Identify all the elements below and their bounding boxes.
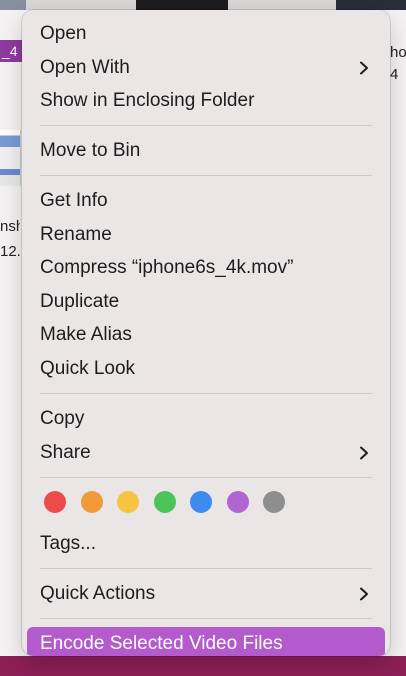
tag-blue-dot[interactable] [190, 491, 212, 513]
menu-item-label: Share [40, 442, 91, 463]
background-file-label: ho [390, 44, 406, 61]
background-document-thumbnail [0, 130, 21, 186]
tag-gray-dot[interactable] [263, 491, 285, 513]
tag-yellow-dot[interactable] [117, 491, 139, 513]
tag-purple-dot[interactable] [227, 491, 249, 513]
menu-item-compress[interactable]: Compress “iphone6s_4k.mov” [27, 251, 385, 285]
menu-item-label: Duplicate [40, 291, 120, 312]
menu-item-label: Show in Enclosing Folder [40, 90, 255, 111]
menu-item-tags[interactable]: Tags... [27, 527, 385, 561]
background-file-label: nsh [0, 218, 20, 235]
background-file-label-selected: _4 [0, 40, 22, 62]
background-file-label: 12. [0, 243, 20, 260]
tag-red-dot[interactable] [44, 491, 66, 513]
menu-separator [40, 393, 372, 394]
tag-color-row [44, 491, 304, 515]
menu-item-label: Rename [40, 224, 112, 245]
tag-green-dot[interactable] [154, 491, 176, 513]
menu-item-copy[interactable]: Copy [27, 402, 385, 436]
background-file-label: 4 [390, 66, 399, 83]
menu-item-make-alias[interactable]: Make Alias [27, 318, 385, 352]
menu-item-move-to-bin[interactable]: Move to Bin [27, 134, 385, 168]
menu-item-label: Open With [40, 57, 130, 78]
menu-item-label: Make Alias [40, 324, 132, 345]
menu-item-show-in-enclosing-folder[interactable]: Show in Enclosing Folder [27, 84, 385, 118]
menu-item-label: Compress “iphone6s_4k.mov” [40, 257, 294, 278]
menu-separator [40, 618, 372, 619]
menu-item-label: Encode Selected Video Files [40, 633, 283, 654]
menu-item-label: Quick Look [40, 358, 136, 379]
menu-separator [40, 568, 372, 569]
menu-separator [40, 477, 372, 478]
background-thumbnail [0, 0, 26, 10]
tag-orange-dot[interactable] [81, 491, 103, 513]
menu-item-rename[interactable]: Rename [27, 218, 385, 252]
menu-item-label: Tags... [40, 533, 96, 554]
background-dock-strip [0, 656, 406, 676]
menu-item-get-info[interactable]: Get Info [27, 184, 385, 218]
menu-item-open[interactable]: Open [27, 17, 385, 51]
menu-item-share[interactable]: Share [27, 436, 385, 470]
menu-item-label: Copy [40, 408, 85, 429]
background-thumbnail [136, 0, 228, 10]
menu-item-label: Open [40, 23, 87, 44]
context-menu: Open Open With Show in Enclosing Folder … [22, 10, 390, 656]
menu-item-label: Quick Actions [40, 583, 156, 604]
chevron-right-icon [360, 587, 368, 601]
menu-separator [40, 125, 372, 126]
menu-item-encode-selected-video-files[interactable]: Encode Selected Video Files [27, 627, 385, 656]
menu-item-quick-look[interactable]: Quick Look [27, 352, 385, 386]
chevron-right-icon [360, 61, 368, 75]
menu-item-quick-actions[interactable]: Quick Actions [27, 577, 385, 611]
menu-item-open-with[interactable]: Open With [27, 51, 385, 85]
menu-separator [40, 175, 372, 176]
chevron-right-icon [360, 446, 368, 460]
menu-item-duplicate[interactable]: Duplicate [27, 285, 385, 319]
background-thumbnail [336, 0, 406, 10]
menu-item-label: Move to Bin [40, 140, 141, 161]
menu-item-label: Get Info [40, 190, 108, 211]
